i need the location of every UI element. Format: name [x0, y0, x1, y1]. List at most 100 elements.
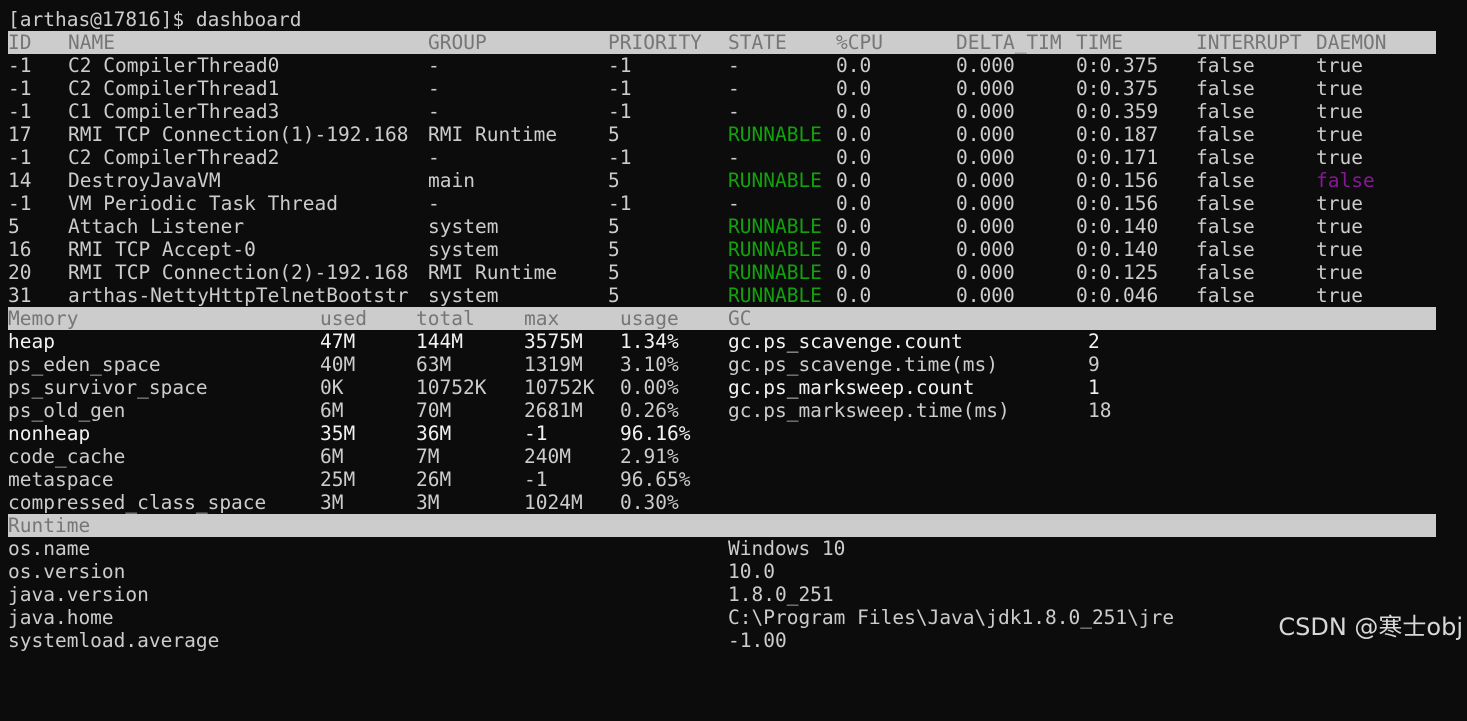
- mem-header-total: total: [416, 307, 475, 330]
- memory-max: 1024M: [524, 491, 583, 514]
- thread-group: -: [428, 100, 440, 123]
- thread-time: 0:0.156: [1076, 192, 1159, 215]
- gc-key: gc.ps_scavenge.time(ms): [728, 353, 999, 376]
- mem-header-gc: GC: [728, 307, 752, 330]
- thread-state: RUNNABLE: [728, 215, 822, 238]
- thread-delta: 0.000: [956, 215, 1015, 238]
- thread-priority: -1: [608, 146, 632, 169]
- thread-state: RUNNABLE: [728, 284, 822, 307]
- memory-used: 47M: [320, 330, 356, 353]
- memory-usage: 0.26%: [620, 399, 679, 422]
- runtime-key: java.home: [8, 606, 114, 629]
- col-header-cpu: %CPU: [836, 31, 883, 54]
- gc-key: gc.ps_marksweep.count: [728, 376, 975, 399]
- thread-time: 0:0.171: [1076, 146, 1159, 169]
- thread-group: RMI Runtime: [428, 123, 558, 146]
- thread-priority: -1: [608, 54, 632, 77]
- memory-row: compressed_class_space 3M 3M 1024M 0.30%: [8, 491, 1436, 514]
- memory-max: -1: [524, 468, 548, 491]
- runtime-key: systemload.average: [8, 629, 220, 652]
- col-header-time: TIME: [1076, 31, 1123, 54]
- memory-name: code_cache: [8, 445, 126, 468]
- thread-daemon: false: [1316, 169, 1375, 192]
- thread-group: -: [428, 77, 440, 100]
- memory-total: 10752K: [416, 376, 487, 399]
- thread-delta: 0.000: [956, 169, 1015, 192]
- memory-used: 35M: [320, 422, 356, 445]
- mem-header-used: used: [320, 307, 367, 330]
- thread-name: C2 CompilerThread2: [68, 146, 280, 169]
- memory-name: ps_survivor_space: [8, 376, 208, 399]
- thread-priority: 5: [608, 238, 620, 261]
- runtime-key: java.version: [8, 583, 149, 606]
- watermark-text: CSDN @寒士obj: [1278, 613, 1463, 641]
- thread-table-header: ID NAME GROUP PRIORITY STATE %CPU DELTA_…: [8, 31, 1436, 54]
- thread-daemon: true: [1316, 238, 1363, 261]
- thread-state: RUNNABLE: [728, 261, 822, 284]
- thread-priority: 5: [608, 215, 620, 238]
- thread-cpu: 0.0: [836, 192, 872, 215]
- thread-cpu: 0.0: [836, 100, 872, 123]
- runtime-key: os.name: [8, 537, 91, 560]
- runtime-value: Windows 10: [728, 537, 846, 560]
- runtime-row: os.name Windows 10: [8, 537, 1436, 560]
- thread-interrupt: false: [1196, 261, 1255, 284]
- thread-row: -1 C1 CompilerThread3 - -1 - 0.0 0.000 0…: [8, 100, 1436, 123]
- runtime-key: os.version: [8, 560, 126, 583]
- thread-row: -1 C2 CompilerThread1 - -1 - 0.0 0.000 0…: [8, 77, 1436, 100]
- thread-interrupt: false: [1196, 284, 1255, 307]
- thread-cpu: 0.0: [836, 215, 872, 238]
- prompt-line: [arthas@17816]$ dashboard: [8, 8, 1436, 31]
- col-header-state: STATE: [728, 31, 787, 54]
- mem-header-memory: Memory: [8, 307, 79, 330]
- thread-state: -: [728, 192, 740, 215]
- mem-header-usage: usage: [620, 307, 679, 330]
- thread-name: C1 CompilerThread3: [68, 100, 280, 123]
- thread-priority: -1: [608, 100, 632, 123]
- col-header-daemon: DAEMON: [1316, 31, 1387, 54]
- thread-priority: -1: [608, 192, 632, 215]
- thread-row: 5 Attach Listener system 5 RUNNABLE 0.0 …: [8, 215, 1436, 238]
- thread-interrupt: false: [1196, 100, 1255, 123]
- terminal-window[interactable]: [arthas@17816]$ dashboard ID NAME GROUP …: [8, 8, 1436, 652]
- thread-id: 14: [8, 169, 32, 192]
- thread-cpu: 0.0: [836, 261, 872, 284]
- memory-usage: 96.65%: [620, 468, 691, 491]
- thread-daemon: true: [1316, 215, 1363, 238]
- thread-delta: 0.000: [956, 77, 1015, 100]
- memory-usage: 0.00%: [620, 376, 679, 399]
- thread-state: RUNNABLE: [728, 169, 822, 192]
- memory-row: metaspace 25M 26M -1 96.65%: [8, 468, 1436, 491]
- memory-row: ps_survivor_space 0K 10752K 10752K 0.00%…: [8, 376, 1436, 399]
- thread-id: -1: [8, 192, 32, 215]
- thread-daemon: true: [1316, 77, 1363, 100]
- runtime-value: C:\Program Files\Java\jdk1.8.0_251\jre: [728, 606, 1175, 629]
- thread-name: DestroyJavaVM: [68, 169, 221, 192]
- memory-row: ps_old_gen 6M 70M 2681M 0.26% gc.ps_mark…: [8, 399, 1436, 422]
- memory-total: 26M: [416, 468, 452, 491]
- thread-state: RUNNABLE: [728, 238, 822, 261]
- thread-time: 0:0.046: [1076, 284, 1159, 307]
- mem-header-max: max: [524, 307, 560, 330]
- thread-id: -1: [8, 100, 32, 123]
- thread-row: -1 C2 CompilerThread0 - -1 - 0.0 0.000 0…: [8, 54, 1436, 77]
- thread-delta: 0.000: [956, 238, 1015, 261]
- memory-max: 3575M: [524, 330, 583, 353]
- thread-state: RUNNABLE: [728, 123, 822, 146]
- thread-cpu: 0.0: [836, 169, 872, 192]
- memory-total: 36M: [416, 422, 452, 445]
- thread-state: -: [728, 146, 740, 169]
- thread-group: system: [428, 215, 499, 238]
- thread-row: 17 RMI TCP Connection(1)-192.168 RMI Run…: [8, 123, 1436, 146]
- thread-name: RMI TCP Connection(1)-192.168: [68, 123, 409, 146]
- memory-max: -1: [524, 422, 548, 445]
- memory-used: 6M: [320, 445, 344, 468]
- runtime-value: -1.00: [728, 629, 787, 652]
- runtime-row: java.home C:\Program Files\Java\jdk1.8.0…: [8, 606, 1436, 629]
- thread-row: 16 RMI TCP Accept-0 system 5 RUNNABLE 0.…: [8, 238, 1436, 261]
- thread-cpu: 0.0: [836, 77, 872, 100]
- thread-row: 31 arthas-NettyHttpTelnetBootstr system …: [8, 284, 1436, 307]
- thread-delta: 0.000: [956, 284, 1015, 307]
- thread-delta: 0.000: [956, 54, 1015, 77]
- runtime-value: 1.8.0_251: [728, 583, 834, 606]
